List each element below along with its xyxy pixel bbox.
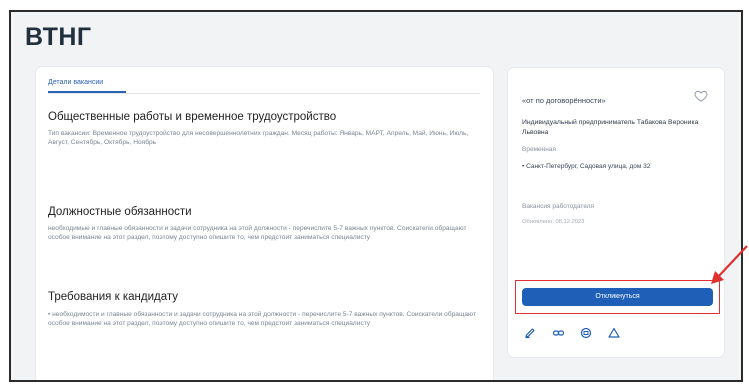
salary-text: «от по договорённости» bbox=[522, 96, 606, 105]
link-icon[interactable] bbox=[551, 326, 565, 340]
vacancy-details-card: Детали вакансии Общественные работы и вр… bbox=[36, 67, 493, 380]
screen-frame: ВТНГ Детали вакансии Общественные работы… bbox=[9, 10, 743, 382]
vacancy-actions bbox=[523, 326, 621, 340]
respond-highlight-box: Откликнуться bbox=[515, 280, 720, 314]
edit-icon[interactable] bbox=[523, 326, 537, 340]
heart-icon[interactable] bbox=[694, 89, 708, 103]
respond-button[interactable]: Откликнуться bbox=[522, 288, 713, 306]
address-text: • Санкт-Петербург, Садовая улица, дом 32 bbox=[522, 163, 651, 170]
employment-type: Временная bbox=[522, 146, 556, 153]
section-heading-requirements: Требования к кандидату bbox=[48, 291, 178, 303]
section-text-work-type: Тип вакансии: Временное трудоустройство … bbox=[48, 130, 469, 147]
print-icon[interactable] bbox=[579, 326, 593, 340]
tab-divider bbox=[48, 93, 480, 94]
employer-vacancy-link[interactable]: Вакансия работодателя bbox=[522, 203, 594, 210]
section-heading-duties: Должностные обязанности bbox=[48, 206, 192, 218]
section-heading-work-type: Общественные работы и временное трудоуст… bbox=[48, 111, 337, 123]
updated-date: Обновлено: 08.12.2023 bbox=[522, 219, 585, 225]
vacancy-summary-card: «от по договорённости» Индивидуальный пр… bbox=[508, 68, 724, 357]
section-text-requirements: • необходимости и главные обязанности и … bbox=[48, 311, 476, 328]
employer-name[interactable]: Индивидуальный предприниматель Табакова … bbox=[522, 118, 712, 137]
report-icon[interactable] bbox=[607, 326, 621, 340]
annotation-arrow-icon bbox=[711, 245, 748, 284]
page-title: ВТНГ bbox=[25, 23, 92, 51]
section-text-duties: необходимые и главные обязанности и зада… bbox=[48, 225, 467, 242]
tab-vacancy-details[interactable]: Детали вакансии bbox=[48, 79, 103, 86]
